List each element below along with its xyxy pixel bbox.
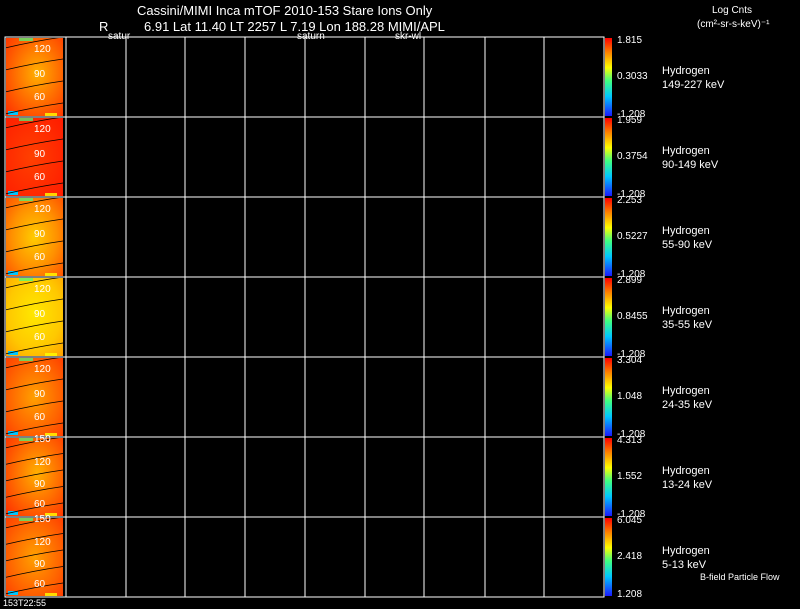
image-speck (19, 198, 33, 201)
species-label: Hydrogen (662, 545, 710, 557)
colorbar-2 (605, 118, 612, 196)
colorbar-mid-label: 0.5227 (617, 231, 648, 242)
y-tick-label: 90 (34, 149, 46, 161)
marker-satur: satur (108, 31, 131, 42)
y-tick-label: 120 (34, 363, 51, 375)
image-speck (45, 273, 57, 276)
colorbar-max-label: 1.815 (617, 35, 643, 46)
y-tick-label: 90 (34, 229, 46, 241)
y-tick-label: 90 (34, 309, 46, 321)
panel-6 (4, 436, 612, 518)
colorbar-mid-label: 1.552 (617, 471, 643, 482)
panel-5 (4, 356, 612, 438)
footer-time: 153T22:55 (3, 598, 47, 608)
colorbar-5 (605, 358, 612, 436)
y-tick-label: 150 (34, 434, 51, 446)
energy-label: 149-227 keV (662, 79, 725, 91)
marker-saturn: saturn (297, 31, 325, 42)
y-tick-label: 60 (34, 171, 46, 183)
colorbar-max-label: 2.253 (617, 195, 643, 206)
y-tick-label: 120 (34, 123, 51, 135)
marker-skr-wl: skr-wl (395, 31, 422, 42)
image-speck (19, 438, 33, 441)
colorbar-max-label: 3.304 (617, 355, 643, 366)
colorbar-mid-label: 2.418 (617, 551, 643, 562)
y-tick-label: 150 (34, 514, 51, 526)
energy-label: 5-13 keV (662, 559, 707, 571)
colorbar-mid-label: 0.3754 (617, 151, 648, 162)
species-label: Hydrogen (662, 385, 710, 397)
energy-label: 90-149 keV (662, 159, 719, 171)
panel-7 (4, 516, 612, 598)
image-speck (19, 278, 33, 281)
footer-note: B-field Particle Flow (700, 572, 780, 582)
species-label: Hydrogen (662, 225, 710, 237)
y-tick-label: 120 (34, 283, 51, 295)
colorbar-mid-label: 0.3033 (617, 71, 648, 82)
y-tick-label: 120 (34, 536, 51, 548)
y-tick-label: 60 (34, 579, 46, 590)
energy-label: 13-24 keV (662, 479, 713, 491)
colorbar-max-label: 2.899 (617, 275, 643, 286)
y-tick-label: 60 (34, 91, 46, 103)
y-tick-label: 120 (34, 203, 51, 215)
energy-label: 24-35 keV (662, 399, 713, 411)
colorbar-mid-label: 0.8455 (617, 311, 648, 322)
y-tick-label: 60 (34, 499, 46, 510)
species-label: Hydrogen (662, 145, 710, 157)
image-speck (45, 353, 57, 356)
panel-4 (4, 276, 612, 358)
y-tick-label: 90 (34, 559, 46, 570)
image-speck (45, 193, 57, 196)
image-speck (19, 358, 33, 361)
units-title: Log Cnts (712, 5, 753, 16)
colorbar-1 (605, 38, 612, 116)
colorbar-3 (605, 198, 612, 276)
panel-3 (4, 196, 612, 278)
colorbar-4 (605, 278, 612, 356)
species-label: Hydrogen (662, 465, 710, 477)
species-label: Hydrogen (662, 305, 710, 317)
colorbar-6 (605, 438, 612, 516)
species-label: Hydrogen (662, 65, 710, 77)
energy-label: 35-55 keV (662, 319, 713, 331)
colorbar-mid-label: 1.048 (617, 391, 643, 402)
colorbar-7 (605, 518, 612, 596)
y-tick-label: 60 (34, 411, 46, 423)
image-speck (19, 38, 33, 41)
y-tick-label: 60 (34, 331, 46, 343)
chart-title: Cassini/MIMI Inca mTOF 2010-153 Stare Io… (137, 3, 433, 18)
y-tick-label: 120 (34, 43, 51, 55)
colorbar-max-label: 1.959 (617, 115, 643, 126)
colorbar-max-label: 4.313 (617, 435, 643, 446)
y-tick-label: 90 (34, 69, 46, 81)
y-tick-label: 60 (34, 251, 46, 263)
y-tick-label: 90 (34, 479, 46, 490)
panel-1 (4, 36, 612, 118)
panel-2 (4, 116, 612, 198)
energy-label: 55-90 keV (662, 239, 713, 251)
y-tick-label: 90 (34, 389, 46, 401)
r-label: R (99, 19, 109, 34)
image-speck (45, 113, 57, 116)
colorbar-max-label: 6.045 (617, 515, 643, 526)
colorbar-min-label: 1.208 (617, 589, 643, 600)
units-label: (cm²-sr-s-keV)⁻¹ (697, 19, 770, 30)
y-tick-label: 120 (34, 456, 51, 468)
image-speck (19, 518, 33, 521)
image-speck (45, 593, 57, 596)
image-speck (19, 118, 33, 121)
